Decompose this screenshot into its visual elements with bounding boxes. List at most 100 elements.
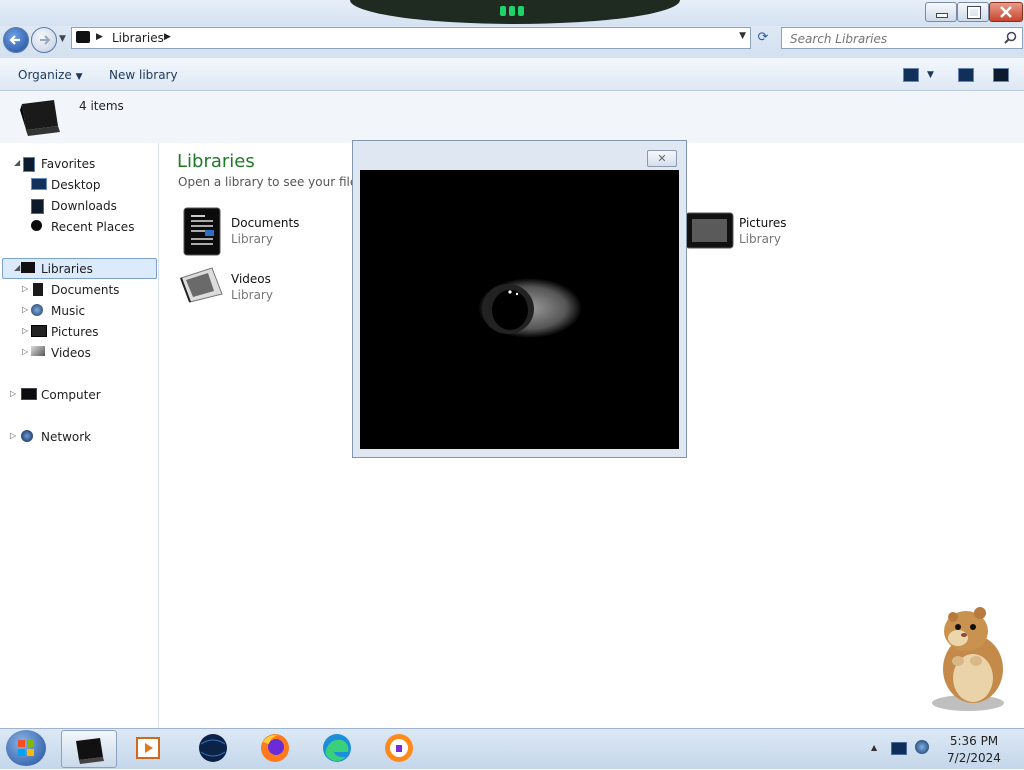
search-box[interactable] — [781, 27, 1023, 49]
collapsed-arrow-icon[interactable]: ▷ — [22, 347, 28, 356]
search-input[interactable] — [788, 29, 997, 48]
back-arrow-icon — [9, 35, 20, 45]
nav-favorites-label: Favorites — [41, 157, 96, 171]
nav-libraries[interactable]: ◢ Libraries — [14, 262, 93, 276]
libraries-icon — [21, 262, 35, 273]
hamster-mascot[interactable] — [918, 603, 1014, 713]
network-icon — [21, 430, 33, 442]
taskbar-app-globe[interactable] — [186, 730, 240, 766]
library-type: Library — [739, 232, 781, 246]
taskbar-app-explorer[interactable] — [61, 730, 117, 768]
view-options-chevron-icon[interactable]: ▼ — [927, 70, 934, 80]
nav-videos-label: Videos — [51, 346, 91, 360]
pictures-library-icon — [685, 212, 734, 249]
close-icon: ✕ — [657, 152, 667, 165]
restore-button[interactable] — [957, 2, 989, 22]
library-type: Library — [231, 288, 273, 302]
collapsed-arrow-icon[interactable]: ▷ — [22, 305, 28, 314]
page-subtitle: Open a library to see your files an — [178, 175, 353, 189]
nav-music-label: Music — [51, 304, 86, 318]
taskbar-app-media-player[interactable] — [122, 730, 176, 766]
show-hidden-icons-chevron-icon[interactable]: ▲ — [871, 743, 877, 752]
library-name: Pictures — [739, 216, 787, 230]
nav-network-label: Network — [41, 430, 92, 444]
minimize-icon — [936, 13, 948, 18]
documents-icon — [33, 283, 43, 296]
library-name: Videos — [231, 272, 271, 286]
refresh-button[interactable]: ⟳ — [752, 28, 774, 48]
nav-recent-places[interactable]: Recent Places — [31, 220, 135, 234]
breadcrumb-libraries[interactable]: Libraries — [112, 31, 164, 45]
nav-desktop[interactable]: Desktop — [31, 178, 101, 192]
nav-downloads[interactable]: Downloads — [31, 199, 117, 214]
address-bar[interactable]: ▶ Libraries ▶ ▼ — [71, 27, 751, 49]
popup-close-button[interactable]: ✕ — [647, 150, 677, 167]
downloads-icon — [31, 199, 44, 214]
media-player-icon — [136, 737, 160, 759]
items-count: 4 items — [79, 99, 124, 113]
taskbar-app-firefox[interactable] — [248, 730, 302, 766]
nav-network[interactable]: ▷ Network — [10, 430, 92, 444]
taskbar-app-avast-browser[interactable] — [372, 730, 426, 766]
videos-library-icon — [180, 267, 223, 303]
new-library-button[interactable]: New library — [109, 68, 178, 82]
page-title: Libraries — [177, 151, 255, 172]
address-dropdown-icon[interactable]: ▼ — [739, 31, 746, 41]
breadcrumb-arrow-icon[interactable]: ▶ — [164, 32, 171, 42]
collapsed-arrow-icon[interactable]: ▷ — [10, 389, 16, 398]
windows-explorer-icon — [76, 738, 104, 764]
forward-arrow-icon — [40, 35, 51, 45]
start-button[interactable] — [6, 730, 46, 766]
minimize-button[interactable] — [925, 2, 957, 22]
library-type: Library — [231, 232, 273, 246]
expanded-arrow-icon[interactable]: ◢ — [14, 158, 20, 167]
libraries-icon — [76, 31, 90, 43]
close-icon — [1000, 6, 1012, 18]
library-item-videos[interactable]: Videos Library — [178, 262, 348, 308]
nav-videos[interactable]: ▷ Videos — [22, 346, 91, 360]
popup-image — [360, 170, 679, 449]
collapsed-arrow-icon[interactable]: ▷ — [22, 326, 28, 335]
library-item-pictures[interactable]: Pictures Library — [685, 205, 835, 257]
breadcrumb-arrow-icon[interactable]: ▶ — [96, 32, 103, 42]
clock-date[interactable]: 7/2/2024 — [944, 751, 1004, 765]
expanded-arrow-icon[interactable]: ◢ — [14, 263, 20, 272]
computer-icon — [21, 388, 37, 400]
nav-recent-places-label: Recent Places — [51, 220, 135, 234]
close-button[interactable] — [989, 2, 1023, 22]
change-view-icon[interactable] — [903, 68, 919, 82]
organize-button[interactable]: Organize ▼ — [18, 68, 83, 82]
chevron-down-icon: ▼ — [75, 72, 83, 82]
favorites-star-icon — [23, 157, 35, 172]
nav-computer-label: Computer — [41, 388, 101, 402]
avast-browser-icon — [385, 734, 413, 762]
library-item-documents[interactable]: Documents Library — [180, 205, 350, 257]
collapsed-arrow-icon[interactable]: ▷ — [22, 284, 28, 293]
search-icon[interactable] — [1004, 31, 1017, 44]
recent-pages-chevron-icon[interactable]: ▼ — [59, 34, 66, 44]
collapsed-arrow-icon[interactable]: ▷ — [10, 431, 16, 440]
back-button[interactable] — [3, 27, 29, 53]
help-icon[interactable] — [993, 68, 1009, 82]
new-library-label: New library — [109, 68, 178, 82]
taskbar-app-edge[interactable] — [310, 730, 364, 766]
nav-documents[interactable]: ▷ Documents — [22, 283, 119, 297]
nav-computer[interactable]: ▷ Computer — [10, 388, 101, 402]
nav-favorites[interactable]: ◢ Favorites — [14, 157, 96, 172]
nav-pictures[interactable]: ▷ Pictures — [22, 325, 99, 339]
eye-image — [478, 278, 582, 338]
pictures-icon — [31, 325, 47, 337]
ornament-led-icon — [498, 6, 526, 18]
preview-pane-icon[interactable] — [958, 68, 974, 82]
network-tray-icon[interactable] — [891, 742, 907, 755]
volume-tray-icon[interactable] — [915, 740, 929, 754]
music-icon — [31, 304, 43, 316]
nav-music[interactable]: ▷ Music — [22, 304, 86, 318]
nav-libraries-label: Libraries — [41, 262, 93, 276]
libraries-large-icon — [20, 100, 60, 136]
library-name: Documents — [231, 216, 300, 230]
clock-time[interactable]: 5:36 PM — [944, 734, 1004, 748]
forward-button[interactable] — [31, 27, 57, 53]
recent-places-icon — [31, 220, 42, 231]
organize-label: Organize — [18, 68, 72, 82]
